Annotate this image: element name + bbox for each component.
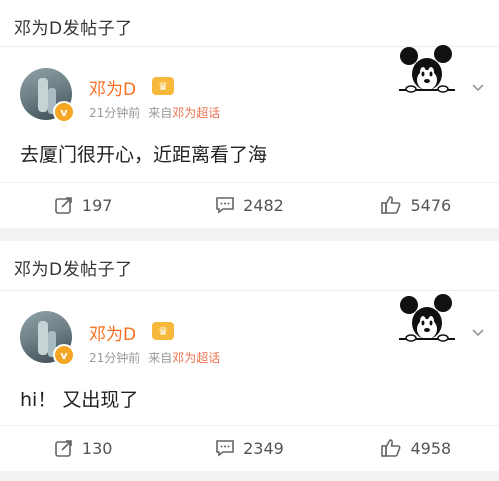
comment-count: 2349 [243, 438, 284, 458]
chevron-down-icon[interactable] [471, 325, 485, 339]
verified-icon: v [53, 101, 75, 123]
post-meta: 21分钟前 来自邓为超话 [89, 104, 220, 121]
divider [0, 290, 499, 291]
action-bar: 130 2349 4958 [0, 425, 499, 470]
post-content: 去厦门很开心，近距离看了海 [20, 144, 268, 166]
comment-button[interactable]: 2482 [166, 183, 332, 227]
share-icon [55, 197, 72, 214]
comment-icon [216, 197, 234, 214]
like-count: 4958 [410, 438, 452, 458]
source-link[interactable]: 邓为超话 [172, 351, 220, 365]
share-icon [55, 440, 72, 457]
avatar[interactable]: v [20, 311, 75, 366]
mickey-mouse-icon [399, 45, 455, 93]
avatar[interactable]: v [20, 68, 75, 123]
comment-icon [216, 440, 234, 457]
repost-button[interactable]: 197 [0, 183, 166, 227]
weibo-post-1: 邓为D发帖子了 v 邓为D ♛ 21分钟前 来自邓为超话 去厦门很开心，近距离看了… [0, 0, 499, 228]
username-link[interactable]: 邓为D [89, 75, 136, 100]
thumbs-up-icon [381, 439, 401, 457]
post-time: 21分钟前 [89, 106, 141, 120]
username-link[interactable]: 邓为D [89, 320, 136, 345]
verified-icon: v [53, 344, 75, 366]
action-bar: 197 2482 5476 [0, 182, 499, 227]
repost-count: 197 [81, 195, 113, 215]
post-time: 21分钟前 [89, 351, 141, 365]
post-meta: 21分钟前 来自邓为超话 [89, 349, 220, 366]
mickey-mouse-icon [399, 294, 455, 342]
like-button[interactable]: 5476 [333, 183, 499, 227]
source-link[interactable]: 邓为超话 [172, 106, 220, 120]
member-crown-icon: ♛ [152, 322, 174, 340]
comment-count: 2482 [243, 195, 284, 215]
source-prefix: 来自 [148, 351, 173, 365]
member-crown-icon: ♛ [152, 77, 174, 95]
chevron-down-icon[interactable] [471, 80, 485, 94]
thumbs-up-icon [381, 196, 401, 214]
repost-button[interactable]: 130 [0, 426, 166, 470]
like-count: 5476 [410, 195, 452, 215]
repost-count: 130 [81, 438, 113, 458]
repost-title[interactable]: 邓为D发帖子了 [14, 14, 133, 39]
post-content: hi！ 又出现了 [20, 389, 139, 411]
comment-button[interactable]: 2349 [166, 426, 332, 470]
repost-title[interactable]: 邓为D发帖子了 [14, 255, 133, 280]
like-button[interactable]: 4958 [333, 426, 499, 470]
weibo-post-2: 邓为D发帖子了 v 邓为D ♛ 21分钟前 来自邓为超话 hi！ 又出现了 130 [0, 241, 499, 471]
source-prefix: 来自 [148, 106, 173, 120]
